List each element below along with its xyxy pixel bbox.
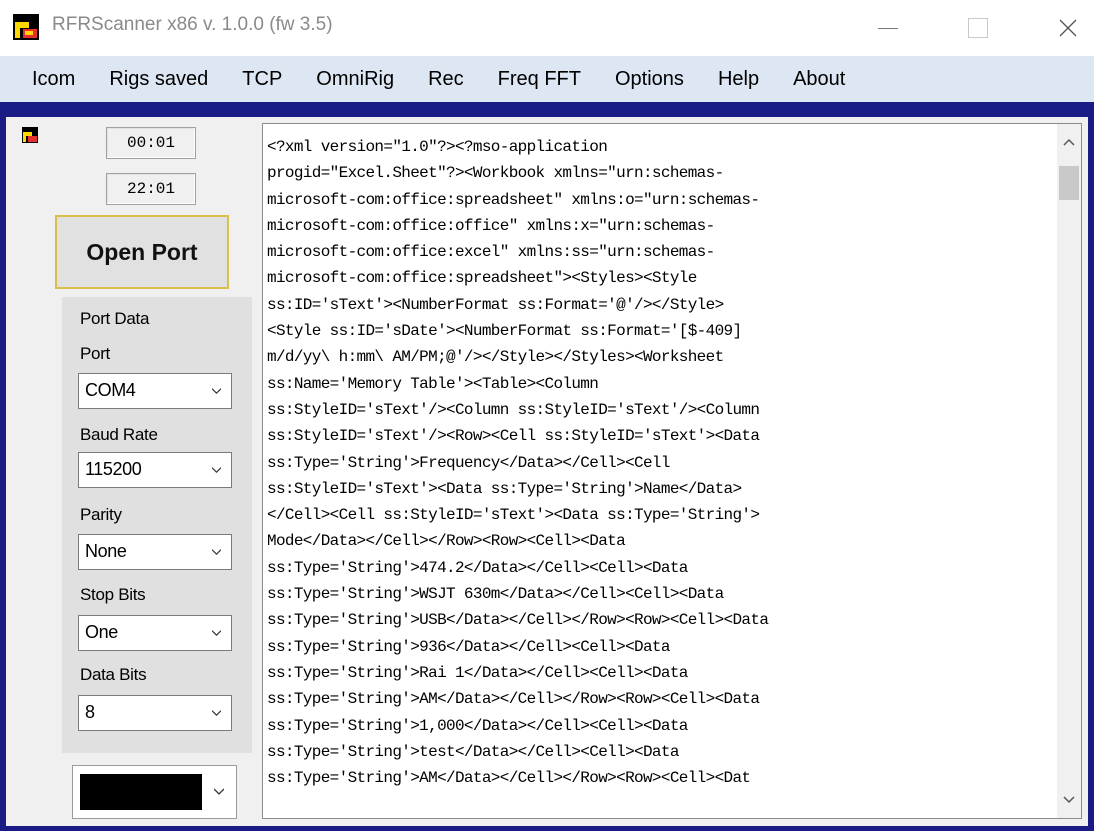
xml-text-content: <?xml version="1.0"?><?mso-application pr… bbox=[267, 134, 1057, 791]
text-line: progid="Excel.Sheet"?><Workbook xmlns="u… bbox=[267, 164, 724, 183]
menu-about[interactable]: About bbox=[776, 56, 862, 102]
text-line: ss:Type='String'>474.2</Data></Cell><Cel… bbox=[267, 558, 688, 577]
menu-bar: Icom Rigs saved TCP OmniRig Rec Freq FFT… bbox=[0, 56, 1094, 102]
chevron-down-icon bbox=[212, 630, 221, 637]
timer-display-1: 00:01 bbox=[106, 127, 196, 159]
title-bar: RFRScanner x86 v. 1.0.0 (fw 3.5) bbox=[0, 0, 1094, 56]
text-line: ss:Type='String'>test</Data></Cell><Cell… bbox=[267, 742, 679, 761]
text-line: Mode</Data></Cell></Row><Row><Cell><Data bbox=[267, 532, 626, 551]
data-bits-label: Data Bits bbox=[80, 665, 147, 684]
port-label: Port bbox=[80, 344, 110, 363]
data-bits-value: 8 bbox=[85, 702, 95, 722]
minimize-icon bbox=[878, 27, 898, 29]
minimize-button[interactable] bbox=[860, 0, 916, 56]
close-button[interactable] bbox=[1040, 0, 1094, 56]
text-line: microsoft-com:office:office" xmlns:x="ur… bbox=[267, 216, 715, 235]
menu-icom[interactable]: Icom bbox=[0, 56, 92, 102]
stop-bits-label: Stop Bits bbox=[80, 585, 146, 604]
menu-omnirig[interactable]: OmniRig bbox=[299, 56, 411, 102]
text-line: ss:Name='Memory Table'><Table><Column bbox=[267, 374, 599, 393]
text-line: ss:StyleID='sText'><Data ss:Type='String… bbox=[267, 479, 742, 498]
text-line: </Cell><Cell ss:StyleID='sText'><Data ss… bbox=[267, 506, 760, 525]
maximize-icon bbox=[968, 18, 988, 38]
parity-value: None bbox=[85, 541, 127, 561]
mdi-logo-icon[interactable] bbox=[22, 127, 38, 143]
frame-border-top bbox=[0, 102, 1094, 117]
baud-rate-label: Baud Rate bbox=[80, 425, 158, 444]
chevron-down-icon bbox=[212, 549, 221, 556]
data-bits-select[interactable]: 8 bbox=[78, 695, 232, 731]
text-line: ss:ID='sText'><NumberFormat ss:Format='@… bbox=[267, 295, 724, 314]
app-window: RFRScanner x86 v. 1.0.0 (fw 3.5) Icom Ri… bbox=[0, 0, 1094, 831]
port-value: COM4 bbox=[85, 380, 136, 400]
text-line: ss:Type='String'>WSJT 630m</Data></Cell>… bbox=[267, 585, 724, 604]
text-line: microsoft-com:office:excel" xmlns:ss="ur… bbox=[267, 243, 715, 262]
text-line: ss:Type='String'>AM</Data></Cell></Row><… bbox=[267, 690, 760, 709]
menu-rec[interactable]: Rec bbox=[411, 56, 481, 102]
stop-bits-select[interactable]: One bbox=[78, 615, 232, 651]
text-line: ss:Type='String'>AM</Data></Cell></Row><… bbox=[267, 769, 751, 788]
frame-border-bottom bbox=[0, 826, 1094, 831]
parity-select[interactable]: None bbox=[78, 534, 232, 570]
baud-rate-select[interactable]: 115200 bbox=[78, 452, 232, 488]
text-line: <?xml version="1.0"?><?mso-application bbox=[267, 138, 608, 156]
text-line: ss:Type='String'>Rai 1</Data></Cell><Cel… bbox=[267, 663, 688, 682]
baud-rate-value: 115200 bbox=[85, 459, 142, 479]
chevron-down-icon bbox=[212, 710, 221, 717]
text-line: ss:StyleID='sText'/><Column ss:StyleID='… bbox=[267, 400, 760, 419]
menu-options[interactable]: Options bbox=[598, 56, 701, 102]
window-title: RFRScanner x86 v. 1.0.0 (fw 3.5) bbox=[52, 14, 333, 35]
frame-border-right bbox=[1088, 102, 1094, 831]
text-line: ss:Type='String'>1,000</Data></Cell><Cel… bbox=[267, 716, 688, 735]
port-select[interactable]: COM4 bbox=[78, 373, 232, 409]
text-line: m/d/yy\ h:mm\ AM/PM;@'/></Style></Styles… bbox=[267, 348, 724, 367]
menu-freq-fft[interactable]: Freq FFT bbox=[481, 56, 598, 102]
text-line: ss:Type='String'>Frequency</Data></Cell>… bbox=[267, 453, 670, 472]
vertical-scrollbar[interactable] bbox=[1057, 124, 1081, 818]
maximize-button[interactable] bbox=[950, 0, 1006, 56]
color-swatch bbox=[80, 774, 202, 810]
chevron-down-icon bbox=[212, 388, 221, 395]
text-line: <Style ss:ID='sDate'><NumberFormat ss:Fo… bbox=[267, 322, 742, 341]
text-line: microsoft-com:office:spreadsheet" xmlns:… bbox=[267, 190, 760, 209]
close-icon bbox=[1059, 19, 1077, 37]
menu-help[interactable]: Help bbox=[701, 56, 776, 102]
text-line: ss:StyleID='sText'/><Row><Cell ss:StyleI… bbox=[267, 427, 760, 446]
chevron-down-icon bbox=[212, 467, 221, 474]
port-data-title: Port Data bbox=[80, 309, 150, 328]
text-line: ss:Type='String'>936</Data></Cell><Cell>… bbox=[267, 637, 670, 656]
scrollbar-thumb[interactable] bbox=[1059, 166, 1079, 200]
xml-text-area[interactable]: <?xml version="1.0"?><?mso-application pr… bbox=[262, 123, 1082, 819]
menu-rigs-saved[interactable]: Rigs saved bbox=[92, 56, 225, 102]
chevron-down-icon bbox=[214, 788, 224, 795]
stop-bits-value: One bbox=[85, 622, 118, 642]
timer-display-2: 22:01 bbox=[106, 173, 196, 205]
text-line: microsoft-com:office:spreadsheet"><Style… bbox=[267, 269, 697, 288]
app-logo-icon bbox=[13, 14, 39, 40]
menu-tcp[interactable]: TCP bbox=[225, 56, 299, 102]
parity-label: Parity bbox=[80, 505, 122, 524]
open-port-button[interactable]: Open Port bbox=[55, 215, 229, 289]
text-line: ss:Type='String'>USB</Data></Cell></Row>… bbox=[267, 611, 769, 630]
color-select[interactable] bbox=[72, 765, 237, 819]
scroll-down-arrow-icon[interactable] bbox=[1063, 796, 1075, 804]
scroll-up-arrow-icon[interactable] bbox=[1063, 138, 1075, 146]
